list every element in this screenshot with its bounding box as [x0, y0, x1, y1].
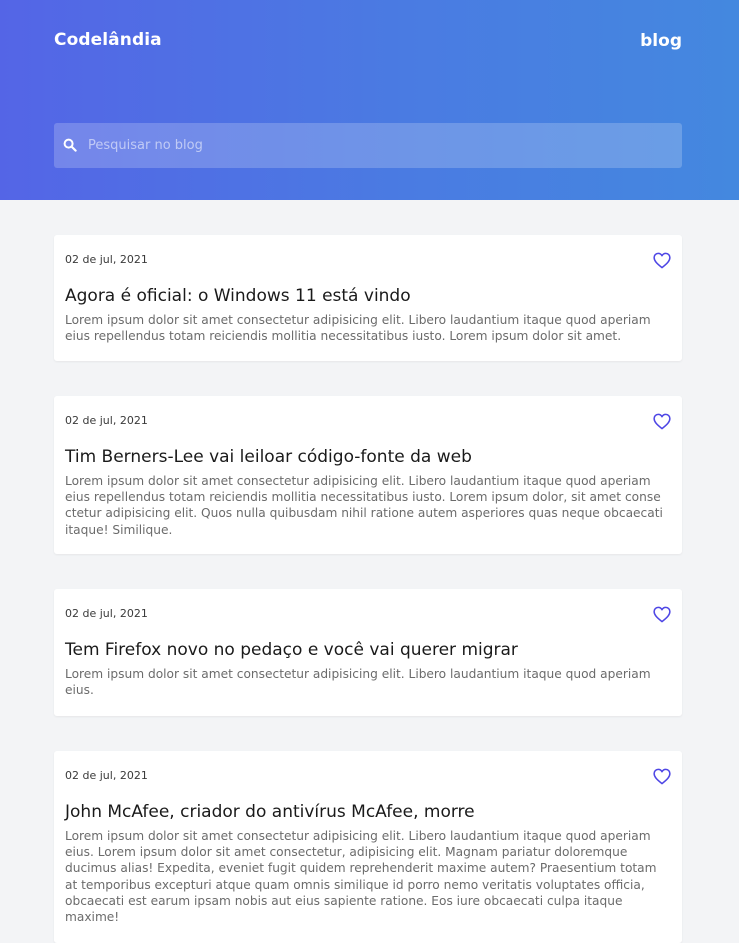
post-card: 02 de jul, 2021 Tim Berners-Lee vai leil… [54, 396, 682, 554]
heart-icon[interactable] [653, 252, 671, 269]
post-title[interactable]: Tim Berners-Lee vai leiloar código-fonte… [65, 447, 472, 467]
post-title[interactable]: Tem Firefox novo no pedaço e você vai qu… [65, 640, 518, 660]
post-title[interactable]: John McAfee, criador do antivírus McAfee… [65, 802, 475, 822]
post-date: 02 de jul, 2021 [65, 769, 148, 782]
page-header: Codelândia blog [0, 0, 739, 200]
post-excerpt: Lorem ipsum dolor sit amet consectetur a… [65, 667, 651, 698]
heart-icon[interactable] [653, 413, 671, 430]
post-card: 02 de jul, 2021 John McAfee, criador do … [54, 751, 682, 943]
heart-icon[interactable] [653, 768, 671, 785]
post-title[interactable]: Agora é oficial: o Windows 11 está vindo [65, 286, 411, 306]
heart-icon[interactable] [653, 606, 671, 623]
post-date: 02 de jul, 2021 [65, 607, 148, 620]
search-input[interactable] [88, 123, 668, 168]
post-excerpt: Lorem ipsum dolor sit amet consectetur a… [65, 313, 651, 344]
post-excerpt: Lorem ipsum dolor sit amet consectetur a… [65, 829, 657, 925]
post-card: 02 de jul, 2021 Agora é oficial: o Windo… [54, 235, 682, 361]
nav-blog-link[interactable]: blog [640, 31, 682, 51]
post-card: 02 de jul, 2021 Tem Firefox novo no peda… [54, 589, 682, 716]
post-date: 02 de jul, 2021 [65, 414, 148, 427]
post-date: 02 de jul, 2021 [65, 253, 148, 266]
search-bar[interactable] [54, 123, 682, 168]
search-icon [63, 138, 77, 152]
post-excerpt: Lorem ipsum dolor sit amet consectetur a… [65, 474, 663, 537]
brand-logo[interactable]: Codelândia [54, 30, 162, 50]
